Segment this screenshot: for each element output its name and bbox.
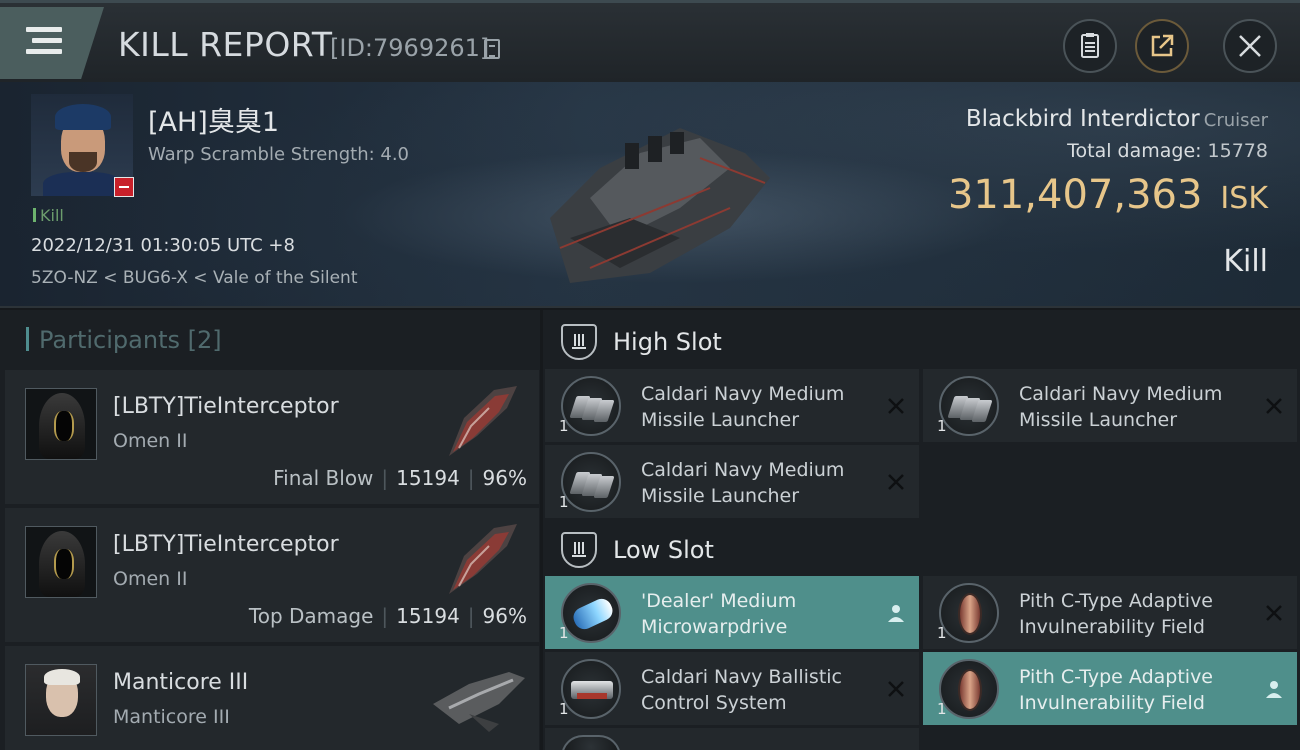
participant-ship: Manticore III <box>113 706 230 728</box>
participant-damage: 15194 <box>396 604 460 628</box>
module-quantity: 1 <box>937 624 947 642</box>
module-item[interactable]: 1 Caldari Navy Medium Missile Launcher <box>545 445 919 518</box>
participant-card[interactable]: [LBTY]TieInterceptor Omen II Top Damage |… <box>5 508 539 642</box>
victim-name[interactable]: [AH]臭臭1 <box>148 100 279 139</box>
participant-name: [LBTY]TieInterceptor <box>113 532 339 557</box>
close-icon[interactable] <box>885 471 907 493</box>
report-id: [ID:7969261] <box>330 34 490 62</box>
high-slot-label: High Slot <box>613 328 722 356</box>
isk-amount: 311,407,363 <box>947 172 1203 218</box>
ballistic-control-icon <box>561 659 621 719</box>
module-item[interactable]: 1 Caldari Navy Medium Missile Launcher <box>923 369 1297 442</box>
low-slot-icon <box>561 532 597 568</box>
participant-avatar <box>25 664 97 736</box>
document-button[interactable] <box>1063 19 1117 73</box>
participant-percent: 96% <box>482 466 527 490</box>
low-slot-label: Low Slot <box>613 536 714 564</box>
page-title: KILL REPORT <box>118 25 333 64</box>
participant-percent: 96% <box>482 604 527 628</box>
participants-header: Participants [2] <box>26 326 222 354</box>
high-slot-header: High Slot <box>561 320 722 364</box>
module-quantity: 1 <box>937 700 947 718</box>
ship-name[interactable]: Blackbird Interdictor <box>966 106 1200 132</box>
missile-launcher-icon <box>561 452 621 512</box>
module-name: Caldari Navy Medium Missile Launcher <box>1019 383 1223 431</box>
isk-unit: ISK <box>1220 181 1268 216</box>
module-name: Caldari Navy Medium Missile Launcher <box>641 383 845 431</box>
warp-scramble: Warp Scramble Strength: 4.0 <box>148 144 410 165</box>
high-slot-icon <box>561 324 597 360</box>
omen-ship-icon <box>449 524 517 594</box>
invulnerability-field-icon <box>939 583 999 643</box>
module-name: 'Dealer' Medium Microwarpdrive <box>641 590 797 638</box>
module-name: Pith C-Type Adaptive Invulnerability Fie… <box>1019 590 1213 638</box>
kill-result: Kill <box>1223 244 1268 279</box>
participant-avatar <box>25 526 97 598</box>
module-item[interactable]: 1 Caldari Navy Medium Missile Launcher <box>545 369 919 442</box>
module-quantity: 1 <box>559 493 569 511</box>
menu-button[interactable] <box>0 7 104 79</box>
fittings-panel: High Slot 1 Caldari Navy Medium Missile … <box>543 310 1300 750</box>
participant-name: [LBTY]TieInterceptor <box>113 394 339 419</box>
person-icon[interactable] <box>1263 678 1285 700</box>
module-item[interactable]: 1 Caldari Navy Ballistic Control System <box>545 652 919 725</box>
module-quantity: 1 <box>937 417 947 435</box>
module-item[interactable]: 1 'Dealer' Medium Microwarpdrive <box>545 576 919 649</box>
participant-ship: Omen II <box>113 430 188 452</box>
invulnerability-field-icon <box>939 659 999 719</box>
participant-stats: Final Blow | 15194 | 96% <box>273 466 527 490</box>
share-icon <box>1151 34 1174 57</box>
missile-launcher-icon <box>561 376 621 436</box>
omen-ship-icon <box>449 386 517 456</box>
ship-class: Cruiser <box>1203 110 1268 131</box>
person-icon[interactable] <box>885 602 907 624</box>
participant-damage: 15194 <box>396 466 460 490</box>
participant-avatar <box>25 388 97 460</box>
corp-badge-icon <box>114 177 134 197</box>
module-quantity: 1 <box>559 417 569 435</box>
module-quantity: 1 <box>559 700 569 718</box>
microwarpdrive-icon <box>561 583 621 643</box>
module-name: Caldari Navy Ballistic Control System <box>641 666 842 714</box>
total-damage: Total damage: 15778 <box>1067 140 1268 162</box>
kill-location[interactable]: 5ZO-NZ < BUG6-X < Vale of the Silent <box>31 268 358 288</box>
module-item[interactable]: 1 Pith C-Type Adaptive Invulnerability F… <box>923 652 1297 725</box>
close-icon[interactable] <box>1263 395 1285 417</box>
module-name: Caldari Navy Medium Missile Launcher <box>641 459 845 507</box>
low-slot-header: Low Slot <box>561 528 714 572</box>
participants-panel: Participants [2] [LBTY]TieInterceptor Om… <box>0 310 540 750</box>
shield-module-icon <box>561 735 621 750</box>
module-name: Pith C-Type Adaptive Invulnerability Fie… <box>1019 666 1213 714</box>
close-button[interactable] <box>1223 19 1277 73</box>
document-icon <box>1081 33 1099 58</box>
close-icon <box>1239 35 1261 57</box>
participant-name: Manticore III <box>113 670 249 695</box>
participant-role: Top Damage <box>248 604 374 628</box>
missile-launcher-icon <box>939 376 999 436</box>
participant-card[interactable]: Manticore III Manticore III <box>5 646 539 750</box>
module-quantity: 1 <box>559 624 569 642</box>
kill-tag: Kill <box>33 206 64 225</box>
manticore-ship-icon <box>433 672 525 732</box>
kill-timestamp: 2022/12/31 01:30:05 UTC +8 <box>31 235 295 256</box>
total-damage-value: 15778 <box>1207 140 1268 162</box>
close-icon[interactable] <box>885 678 907 700</box>
share-button[interactable] <box>1135 19 1189 73</box>
close-icon[interactable] <box>885 395 907 417</box>
participant-card[interactable]: [LBTY]TieInterceptor Omen II Final Blow |… <box>5 370 539 504</box>
participant-ship: Omen II <box>113 568 188 590</box>
ship-render <box>550 128 770 283</box>
menu-icon <box>26 27 62 60</box>
victim-ship: Blackbird Interdictor Cruiser <box>966 106 1268 132</box>
isk-value: 311,407,363 ISK <box>948 172 1268 218</box>
module-item-partial[interactable] <box>545 728 919 750</box>
header-bar: KILL REPORT [ID:7969261] <box>0 0 1300 82</box>
victim-banner: [AH]臭臭1 Warp Scramble Strength: 4.0 Kill… <box>0 82 1300 308</box>
copy-icon[interactable] <box>484 39 500 59</box>
participant-stats: Top Damage | 15194 | 96% <box>248 604 527 628</box>
module-item[interactable]: 1 Pith C-Type Adaptive Invulnerability F… <box>923 576 1297 649</box>
total-damage-label: Total damage: <box>1067 140 1202 162</box>
participant-role: Final Blow <box>273 466 374 490</box>
close-icon[interactable] <box>1263 602 1285 624</box>
